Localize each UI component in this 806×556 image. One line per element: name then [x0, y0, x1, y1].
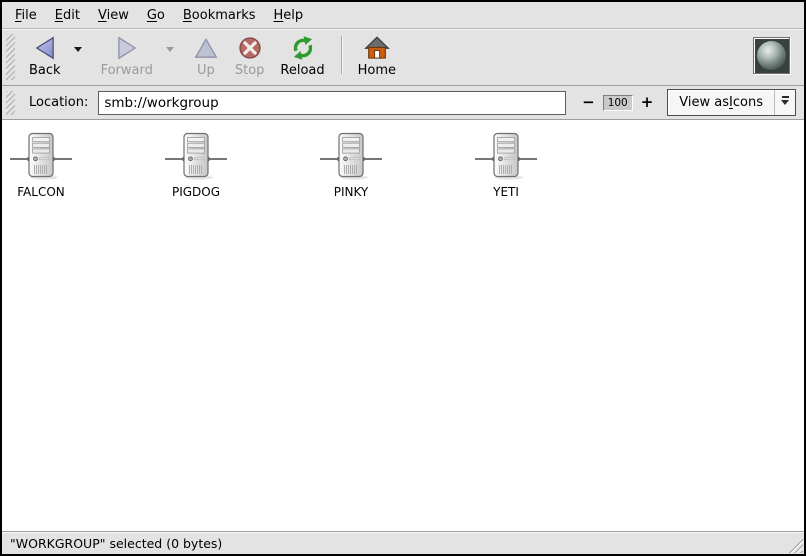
menu-view[interactable]: View	[89, 4, 138, 27]
forward-icon	[114, 35, 140, 61]
server-label: PINKY	[334, 185, 369, 199]
back-button[interactable]: Back	[21, 32, 69, 82]
dropdown-arrow-icon	[774, 90, 795, 115]
server-icon	[319, 132, 383, 184]
home-button-label: Home	[358, 63, 396, 78]
statusbar-text: "WORKGROUP" selected (0 bytes)	[10, 536, 222, 551]
menu-bookmarks[interactable]: Bookmarks	[174, 4, 265, 27]
toolbar-separator	[341, 36, 342, 74]
toolbar-drag-handle[interactable]	[6, 34, 15, 80]
chevron-down-icon	[74, 47, 82, 56]
throbber	[753, 37, 790, 74]
reload-button-label: Reload	[280, 63, 324, 78]
throbber-sphere-icon	[757, 41, 786, 70]
chevron-down-icon	[166, 47, 174, 56]
location-label: Location:	[29, 95, 88, 110]
zoom-control: − 100 +	[578, 95, 657, 111]
location-input[interactable]	[98, 91, 566, 115]
home-icon	[364, 35, 390, 61]
server-item-yeti[interactable]: YETI	[467, 132, 545, 199]
menu-help[interactable]: Help	[265, 4, 313, 27]
up-button-label: Up	[197, 63, 215, 78]
back-icon	[32, 35, 58, 61]
reload-icon	[290, 35, 316, 61]
server-item-pigdog[interactable]: PIGDOG	[157, 132, 235, 199]
stop-button[interactable]: Stop	[227, 32, 273, 82]
forward-history-dropdown[interactable]	[161, 32, 179, 66]
menu-go[interactable]: Go	[138, 4, 174, 27]
view-as-dropdown[interactable]: View as Icons	[667, 89, 796, 116]
server-icon	[9, 132, 73, 184]
icon-view[interactable]: FALCON	[2, 120, 804, 531]
zoom-out-button[interactable]: −	[578, 95, 599, 110]
toolbar: Back Forward Up Stop	[2, 29, 804, 86]
server-label: FALCON	[17, 185, 65, 199]
statusbar: "WORKGROUP" selected (0 bytes)	[2, 531, 804, 554]
up-arrow-icon	[193, 35, 219, 61]
icon-grid: FALCON	[2, 120, 804, 199]
menu-file[interactable]: File	[6, 4, 46, 27]
up-button[interactable]: Up	[185, 32, 227, 82]
server-icon	[164, 132, 228, 184]
zoom-level-indicator[interactable]: 100	[603, 95, 633, 111]
back-button-label: Back	[29, 63, 61, 78]
reload-button[interactable]: Reload	[272, 32, 332, 82]
forward-button-label: Forward	[101, 63, 153, 78]
stop-icon	[237, 35, 263, 61]
menu-edit[interactable]: Edit	[46, 4, 89, 27]
server-icon	[474, 132, 538, 184]
server-item-falcon[interactable]: FALCON	[2, 132, 80, 199]
location-bar-drag-handle[interactable]	[6, 91, 15, 115]
menubar: File Edit View Go Bookmarks Help	[2, 2, 804, 29]
home-button[interactable]: Home	[350, 32, 404, 82]
nautilus-window: File Edit View Go Bookmarks Help Back Fo…	[0, 0, 806, 556]
back-history-dropdown[interactable]	[69, 32, 87, 66]
zoom-in-button[interactable]: +	[637, 95, 658, 110]
location-bar: Location: − 100 + View as Icons	[2, 86, 804, 120]
view-as-label: View as Icons	[668, 90, 774, 115]
server-label: YETI	[493, 185, 519, 199]
server-item-pinky[interactable]: PINKY	[312, 132, 390, 199]
forward-button[interactable]: Forward	[93, 32, 161, 82]
server-label: PIGDOG	[172, 185, 220, 199]
stop-button-label: Stop	[235, 63, 265, 78]
resize-grip[interactable]	[786, 536, 803, 553]
